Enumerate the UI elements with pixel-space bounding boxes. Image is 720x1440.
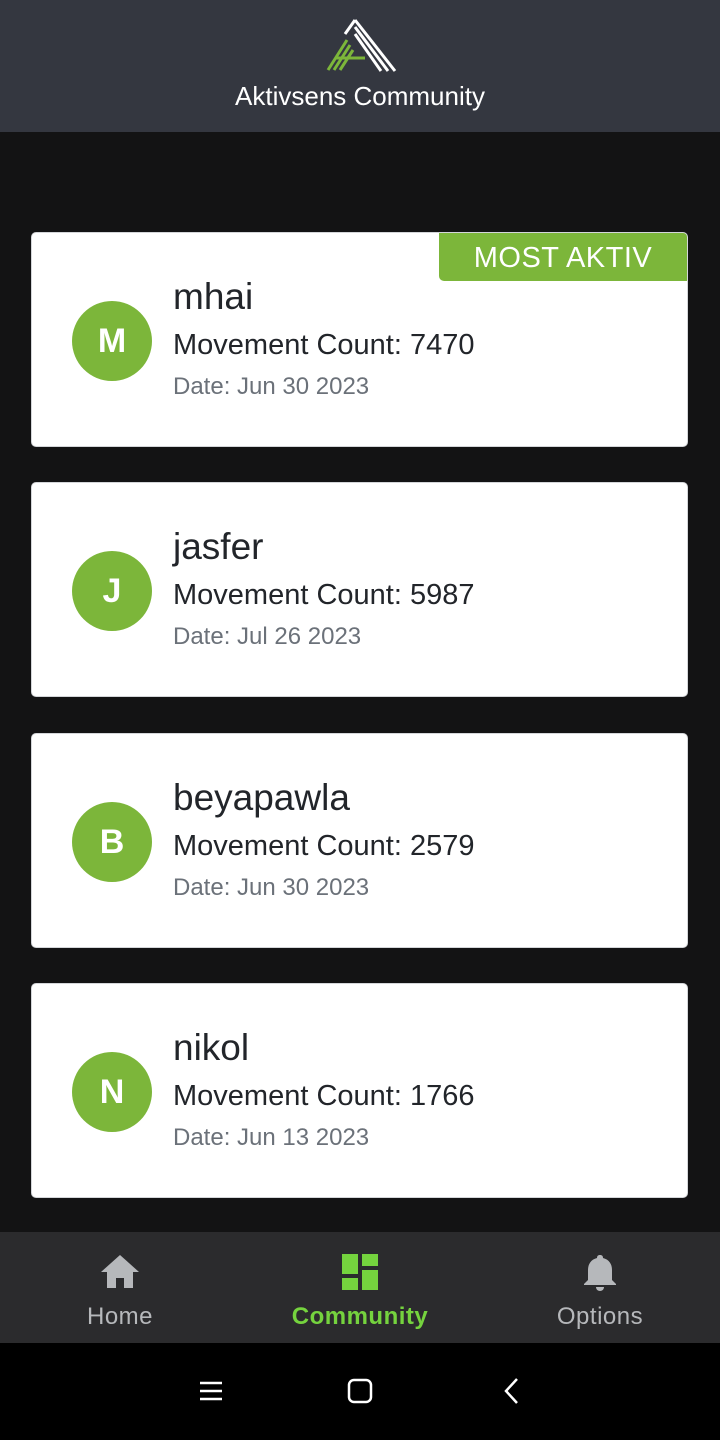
activity-date: Date: Jun 30 2023 — [173, 874, 370, 901]
app-header: Aktivsens Community — [0, 0, 720, 132]
most-aktiv-badge: MOST AKTIV — [439, 233, 687, 281]
leaderboard-card[interactable]: MOST AKTIV M mhai Movement Count: 7470 D… — [31, 232, 688, 447]
nav-home[interactable]: Home — [0, 1232, 240, 1343]
activity-date: Date: Jul 26 2023 — [173, 623, 362, 650]
system-navigation-bar — [0, 1343, 720, 1440]
username: mhai — [173, 276, 254, 317]
app-title: Aktivsens Community — [235, 81, 485, 111]
leaderboard-card[interactable]: B beyapawla Movement Count: 2579 Date: J… — [31, 733, 688, 948]
home-square-icon[interactable] — [340, 1371, 380, 1411]
bottom-navigation: Home Community Options — [0, 1232, 720, 1343]
movement-count: Movement Count: 5987 — [173, 579, 475, 611]
aktivsens-logo-icon — [326, 19, 397, 72]
dashboard-icon — [342, 1254, 378, 1290]
back-icon[interactable] — [492, 1371, 532, 1411]
activity-date: Date: Jun 13 2023 — [173, 1124, 370, 1151]
home-icon — [101, 1255, 139, 1288]
activity-date: Date: Jun 30 2023 — [173, 373, 370, 400]
avatar: J — [72, 551, 152, 631]
nav-home-label: Home — [86, 1303, 154, 1330]
username: jasfer — [173, 526, 264, 567]
avatar: M — [72, 301, 152, 381]
movement-count: Movement Count: 1766 — [173, 1080, 475, 1112]
nav-community[interactable]: Community — [240, 1232, 480, 1343]
leaderboard-card[interactable]: N nikol Movement Count: 1766 Date: Jun 1… — [31, 983, 688, 1198]
movement-count: Movement Count: 2579 — [173, 830, 475, 862]
avatar: B — [72, 802, 152, 882]
nav-options-label: Options — [556, 1303, 644, 1330]
movement-count: Movement Count: 7470 — [173, 329, 475, 361]
nav-community-label: Community — [291, 1303, 429, 1330]
avatar: N — [72, 1052, 152, 1132]
nav-options[interactable]: Options — [480, 1232, 720, 1343]
username: nikol — [173, 1027, 250, 1068]
bell-icon — [584, 1255, 616, 1291]
username: beyapawla — [173, 777, 350, 818]
leaderboard-card[interactable]: J jasfer Movement Count: 5987 Date: Jul … — [31, 482, 688, 697]
menu-icon[interactable] — [191, 1371, 231, 1411]
